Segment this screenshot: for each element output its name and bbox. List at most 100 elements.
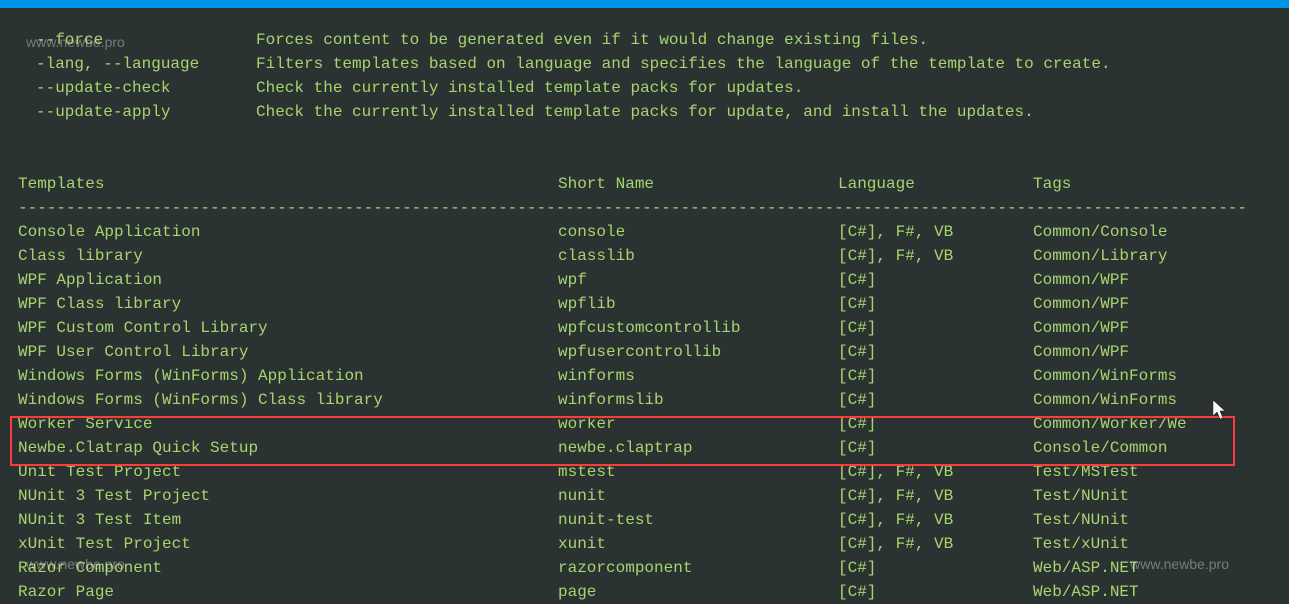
cell-templates: Unit Test Project: [18, 460, 558, 484]
table-row: Class libraryclasslib[C#], F#, VBCommon/…: [18, 244, 1271, 268]
cell-tags: Common/WinForms: [1033, 388, 1271, 412]
cell-short: wpf: [558, 268, 838, 292]
cell-short: worker: [558, 412, 838, 436]
table-row: Razor Pagepage[C#]Web/ASP.NET: [18, 580, 1271, 604]
option-row: -lang, --languageFilters templates based…: [18, 52, 1271, 76]
cell-templates: Newbe.Clatrap Quick Setup: [18, 436, 558, 460]
cell-lang: [C#]: [838, 316, 1033, 340]
header-short: Short Name: [558, 172, 838, 196]
option-description: Filters templates based on language and …: [256, 52, 1271, 76]
cell-short: wpflib: [558, 292, 838, 316]
option-flag: --force: [18, 28, 256, 52]
cell-templates: WPF Application: [18, 268, 558, 292]
option-description: Forces content to be generated even if i…: [256, 28, 1271, 52]
option-description: Check the currently installed template p…: [256, 76, 1271, 100]
table-row: Unit Test Projectmstest[C#], F#, VBTest/…: [18, 460, 1271, 484]
cell-lang: [C#], F#, VB: [838, 220, 1033, 244]
cell-tags: Test/MSTest: [1033, 460, 1271, 484]
table-row: WPF Custom Control Librarywpfcustomcontr…: [18, 316, 1271, 340]
table-row: NUnit 3 Test Itemnunit-test[C#], F#, VBT…: [18, 508, 1271, 532]
cell-short: classlib: [558, 244, 838, 268]
cell-tags: Common/Worker/We: [1033, 412, 1271, 436]
cell-lang: [C#]: [838, 268, 1033, 292]
option-flag: -lang, --language: [18, 52, 256, 76]
cell-short: wpfcustomcontrollib: [558, 316, 838, 340]
cell-lang: [C#]: [838, 292, 1033, 316]
cell-lang: [C#], F#, VB: [838, 508, 1033, 532]
cell-lang: [C#], F#, VB: [838, 484, 1033, 508]
cell-templates: Razor Page: [18, 580, 558, 604]
cell-short: wpfusercontrollib: [558, 340, 838, 364]
cell-short: mstest: [558, 460, 838, 484]
cell-tags: Web/ASP.NET: [1033, 580, 1271, 604]
cell-tags: Console/Common: [1033, 436, 1271, 460]
cell-templates: WPF Class library: [18, 292, 558, 316]
table-row: Windows Forms (WinForms) Class librarywi…: [18, 388, 1271, 412]
table-row: NUnit 3 Test Projectnunit[C#], F#, VBTes…: [18, 484, 1271, 508]
cell-short: winforms: [558, 364, 838, 388]
cell-templates: Razor Component: [18, 556, 558, 580]
header-tags: Tags: [1033, 172, 1271, 196]
table-header: Templates Short Name Language Tags: [18, 172, 1271, 196]
table-row: Worker Serviceworker[C#]Common/Worker/We: [18, 412, 1271, 436]
cell-lang: [C#]: [838, 580, 1033, 604]
table-row: Windows Forms (WinForms) Applicationwinf…: [18, 364, 1271, 388]
cell-short: winformslib: [558, 388, 838, 412]
options-block: --forceForces content to be generated ev…: [18, 28, 1271, 124]
cell-short: console: [558, 220, 838, 244]
cell-templates: WPF Custom Control Library: [18, 316, 558, 340]
cell-tags: Common/WPF: [1033, 316, 1271, 340]
cell-short: razorcomponent: [558, 556, 838, 580]
cell-short: page: [558, 580, 838, 604]
cell-short: xunit: [558, 532, 838, 556]
template-rows: Console Applicationconsole[C#], F#, VBCo…: [18, 220, 1271, 604]
cell-short: nunit: [558, 484, 838, 508]
option-row: --update-checkCheck the currently instal…: [18, 76, 1271, 100]
cell-tags: Web/ASP.NET: [1033, 556, 1271, 580]
cell-templates: Class library: [18, 244, 558, 268]
option-flag: --update-apply: [18, 100, 256, 124]
option-flag: --update-check: [18, 76, 256, 100]
table-row: WPF User Control Librarywpfusercontrolli…: [18, 340, 1271, 364]
cell-lang: [C#], F#, VB: [838, 244, 1033, 268]
cell-short: newbe.claptrap: [558, 436, 838, 460]
title-bar: [0, 0, 1289, 8]
cell-templates: Worker Service: [18, 412, 558, 436]
cell-lang: [C#]: [838, 412, 1033, 436]
table-row: Console Applicationconsole[C#], F#, VBCo…: [18, 220, 1271, 244]
cell-short: nunit-test: [558, 508, 838, 532]
terminal-output: --forceForces content to be generated ev…: [0, 8, 1289, 604]
option-row: --forceForces content to be generated ev…: [18, 28, 1271, 52]
cell-templates: WPF User Control Library: [18, 340, 558, 364]
table-row: xUnit Test Projectxunit[C#], F#, VBTest/…: [18, 532, 1271, 556]
cell-lang: [C#], F#, VB: [838, 460, 1033, 484]
cell-lang: [C#], F#, VB: [838, 532, 1033, 556]
cell-tags: Common/Library: [1033, 244, 1271, 268]
cell-lang: [C#]: [838, 364, 1033, 388]
table-row: Newbe.Clatrap Quick Setupnewbe.claptrap[…: [18, 436, 1271, 460]
cell-tags: Test/NUnit: [1033, 484, 1271, 508]
cell-templates: Console Application: [18, 220, 558, 244]
table-row: WPF Class librarywpflib[C#]Common/WPF: [18, 292, 1271, 316]
cell-lang: [C#]: [838, 436, 1033, 460]
separator: ----------------------------------------…: [18, 196, 1271, 220]
cell-lang: [C#]: [838, 556, 1033, 580]
cell-templates: NUnit 3 Test Project: [18, 484, 558, 508]
cell-tags: Common/Console: [1033, 220, 1271, 244]
cell-tags: Common/WinForms: [1033, 364, 1271, 388]
table-row: WPF Applicationwpf[C#]Common/WPF: [18, 268, 1271, 292]
cell-tags: Test/NUnit: [1033, 508, 1271, 532]
option-row: --update-applyCheck the currently instal…: [18, 100, 1271, 124]
option-description: Check the currently installed template p…: [256, 100, 1271, 124]
cell-templates: xUnit Test Project: [18, 532, 558, 556]
cell-templates: NUnit 3 Test Item: [18, 508, 558, 532]
cell-tags: Common/WPF: [1033, 292, 1271, 316]
spacer: [18, 124, 1271, 172]
cell-tags: Common/WPF: [1033, 340, 1271, 364]
cell-templates: Windows Forms (WinForms) Application: [18, 364, 558, 388]
header-language: Language: [838, 172, 1033, 196]
cell-tags: Common/WPF: [1033, 268, 1271, 292]
cell-lang: [C#]: [838, 340, 1033, 364]
header-templates: Templates: [18, 172, 558, 196]
cell-tags: Test/xUnit: [1033, 532, 1271, 556]
